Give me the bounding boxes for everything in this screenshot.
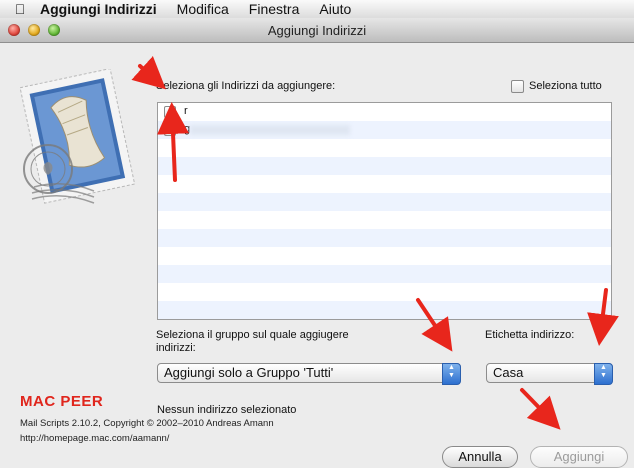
row-checkbox[interactable] <box>164 124 176 136</box>
select-all-label[interactable]: Seleziona tutto <box>529 80 602 92</box>
brand-logo: MAC PEER <box>20 393 104 410</box>
menu-modifica[interactable]: Modifica <box>177 1 229 17</box>
popup-arrows-icon: ▲ ▼ <box>594 363 613 385</box>
menu-bar:  Aggiungi Indirizzi Modifica Finestra A… <box>0 0 634 19</box>
address-label-value: Casa <box>493 365 524 380</box>
mail-stamp-icon <box>19 69 136 204</box>
group-label-cont: indirizzi: <box>156 342 196 354</box>
list-row-empty <box>158 157 611 175</box>
cancel-button[interactable]: Annulla <box>442 446 518 468</box>
title-bar[interactable]: Aggiungi Indirizzi <box>0 18 634 43</box>
list-item[interactable]: g <box>158 121 611 139</box>
list-row-empty <box>158 283 611 301</box>
menu-finestra[interactable]: Finestra <box>249 1 300 17</box>
group-label: Seleziona il gruppo sul quale aggiugere <box>156 329 349 341</box>
list-row-empty <box>158 265 611 283</box>
group-popup-value: Aggiungi solo a Gruppo 'Tutti' <box>164 365 334 380</box>
address-label-popup[interactable]: Casa ▲ ▼ <box>486 363 613 385</box>
version-text: Mail Scripts 2.10.2, Copyright © 2002–20… <box>20 418 274 429</box>
dialog-window: Aggiungi Indirizzi Seleziona gli Indiriz… <box>0 18 634 468</box>
list-row-empty <box>158 175 611 193</box>
group-popup[interactable]: Aggiungi solo a Gruppo 'Tutti' ▲ ▼ <box>157 363 461 385</box>
list-row-empty <box>158 301 611 319</box>
list-row-empty <box>158 247 611 265</box>
popup-arrows-icon: ▲ ▼ <box>442 363 461 385</box>
homepage-link[interactable]: http://homepage.mac.com/aamann/ <box>20 433 169 444</box>
address-text: r <box>184 105 188 117</box>
select-all-checkbox[interactable] <box>511 80 524 93</box>
status-text: Nessun indirizzo selezionato <box>157 404 297 416</box>
list-row-empty <box>158 229 611 247</box>
list-item[interactable]: r <box>158 103 611 121</box>
redaction <box>190 125 350 135</box>
select-addresses-label: Seleziona gli Indirizzi da aggiungere: <box>156 80 336 92</box>
list-row-empty <box>158 211 611 229</box>
address-label-label: Etichetta indirizzo: <box>485 329 575 341</box>
menu-aiuto[interactable]: Aiuto <box>319 1 351 17</box>
menu-app-name[interactable]: Aggiungi Indirizzi <box>40 1 157 17</box>
row-checkbox[interactable] <box>164 106 176 118</box>
address-list[interactable]: r g <box>157 102 612 320</box>
add-button[interactable]: Aggiungi <box>530 446 628 468</box>
apple-logo-icon[interactable]:  <box>0 1 40 17</box>
redaction <box>190 107 340 117</box>
list-row-empty <box>158 139 611 157</box>
window-title: Aggiungi Indirizzi <box>267 23 367 38</box>
list-row-empty <box>158 193 611 211</box>
